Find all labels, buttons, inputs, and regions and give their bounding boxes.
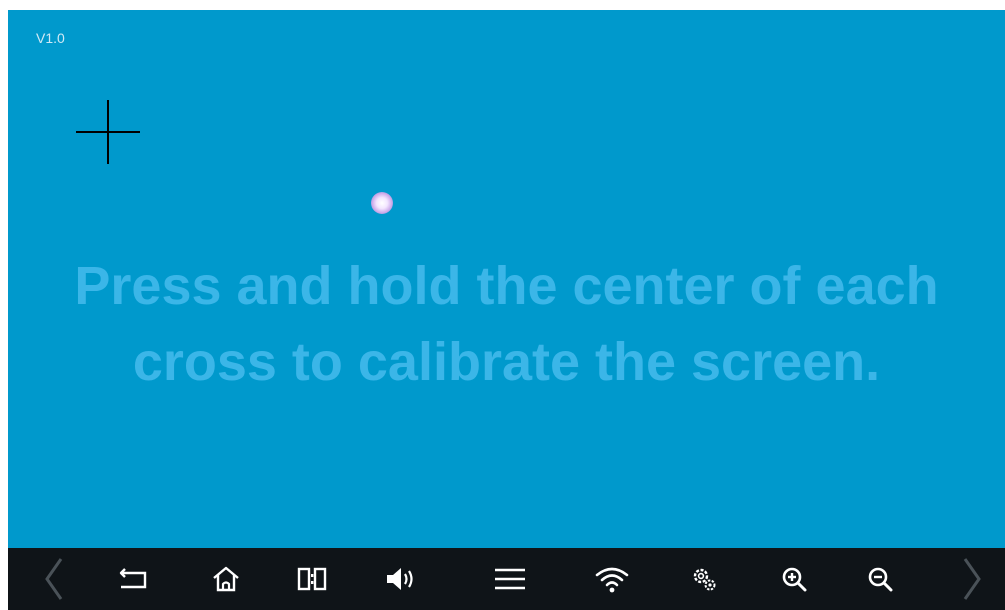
zoom-out-button[interactable] [860,548,900,610]
menu-button[interactable] [488,548,532,610]
back-button[interactable] [114,548,154,610]
settings-icon [693,568,716,591]
zoom-in-button[interactable] [774,548,814,610]
chevron-right-icon [963,558,981,600]
home-icon [213,566,239,592]
settings-button[interactable] [684,548,724,610]
volume-icon [387,568,413,590]
recent-apps-icon [297,567,327,591]
calibration-instruction: Press and hold the center of each cross … [8,248,1005,400]
calibration-crosshair-icon[interactable] [76,100,140,164]
home-button[interactable] [206,548,246,610]
calibration-screen[interactable]: V1.0 Press and hold the center of each c… [8,10,1005,548]
instruction-line-2: cross to calibrate the screen. [132,332,881,392]
wifi-button[interactable] [590,548,634,610]
back-icon [119,568,147,589]
nav-prev-button[interactable] [36,548,72,610]
volume-button[interactable] [380,548,424,610]
menu-icon [495,568,525,590]
navigation-bar [8,548,1005,610]
zoom-in-icon [782,567,807,592]
chevron-left-icon [45,558,63,600]
touch-indicator-dot [371,192,393,214]
zoom-out-icon [868,567,893,592]
instruction-line-1: Press and hold the center of each [74,256,939,316]
wifi-icon [595,567,629,593]
recent-apps-button[interactable] [292,548,332,610]
version-label: V1.0 [36,30,65,46]
calibration-device: V1.0 Press and hold the center of each c… [8,10,1005,610]
nav-next-button[interactable] [954,548,990,610]
